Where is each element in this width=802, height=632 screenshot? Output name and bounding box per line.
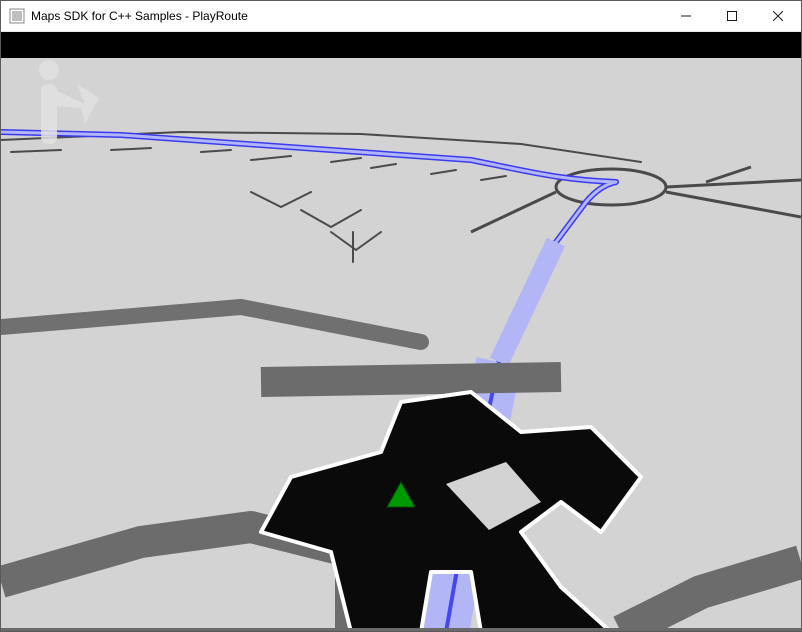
- turn-indicator-icon: [7, 54, 107, 154]
- app-icon: [9, 8, 25, 24]
- window-controls: [663, 1, 801, 31]
- close-button[interactable]: [755, 1, 801, 31]
- maximize-button[interactable]: [709, 1, 755, 31]
- map-viewport[interactable]: [1, 32, 801, 631]
- titlebar[interactable]: Maps SDK for C++ Samples - PlayRoute: [1, 1, 801, 32]
- window-title: Maps SDK for C++ Samples - PlayRoute: [31, 9, 663, 23]
- map-canvas: [1, 32, 801, 631]
- minimize-button[interactable]: [663, 1, 709, 31]
- application-window: Maps SDK for C++ Samples - PlayRoute: [0, 0, 802, 632]
